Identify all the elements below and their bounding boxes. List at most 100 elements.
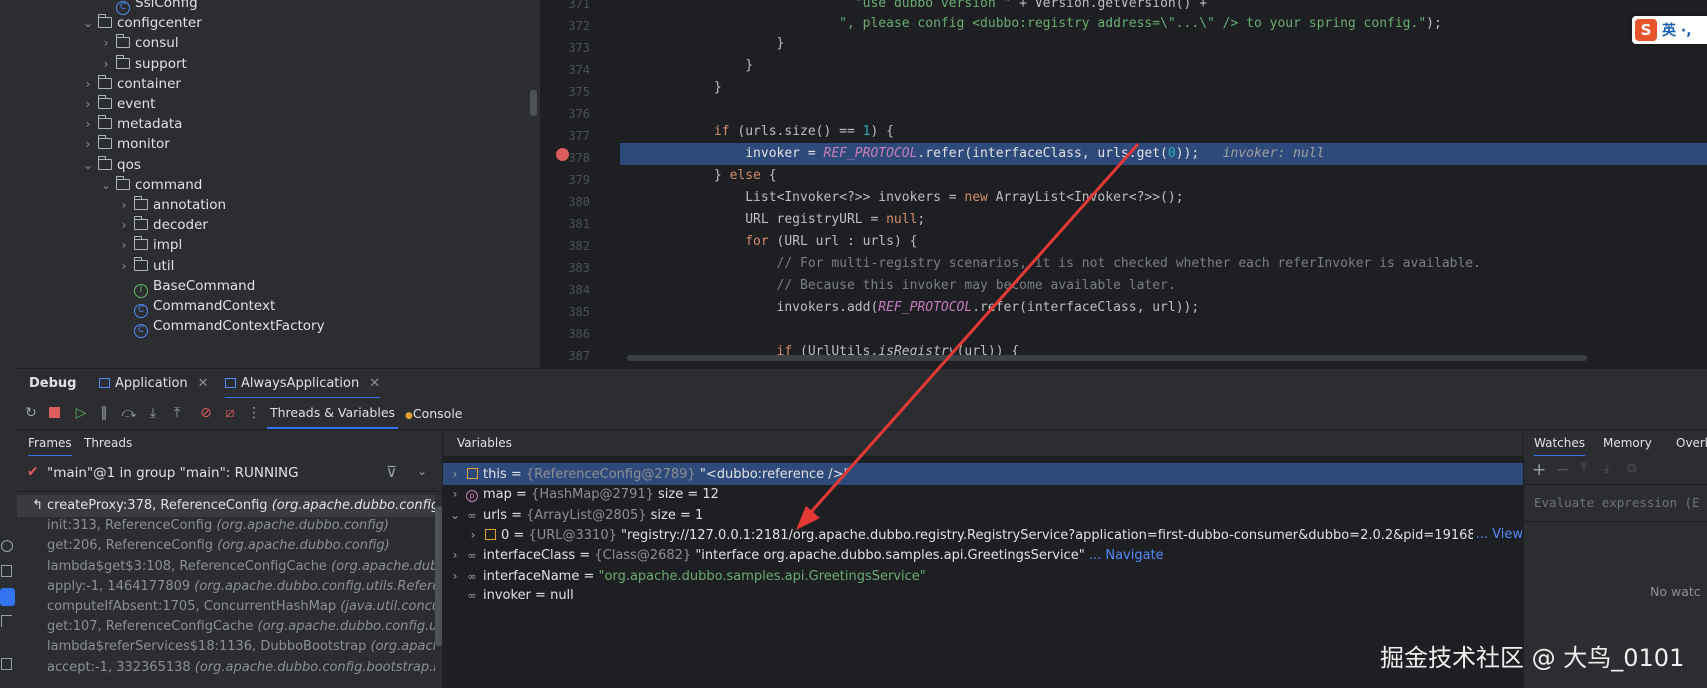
variable-link[interactable]: ... View: [1472, 523, 1523, 546]
tree-item[interactable]: › metadata: [81, 113, 182, 135]
evaluate-expression-input[interactable]: Evaluate expression (E: [1524, 484, 1707, 522]
remove-watch-icon[interactable]: −: [1556, 460, 1570, 480]
tree-item[interactable]: › util: [117, 255, 174, 277]
view-breakpoints-icon[interactable]: ⊘: [197, 404, 215, 422]
variable-row[interactable]: › ∞ interfaceName = "org.apache.dubbo.samp…: [443, 565, 1523, 587]
more-icon[interactable]: ⋮: [245, 404, 263, 422]
chevron-right-icon[interactable]: ›: [448, 565, 462, 587]
chevron-right-icon[interactable]: ›: [117, 255, 131, 277]
problems-gutter-icon[interactable]: [1, 658, 12, 670]
stop-icon[interactable]: [45, 404, 63, 422]
variable-type: {Class@2682}: [594, 548, 696, 564]
add-watch-icon[interactable]: +: [1532, 460, 1546, 480]
tree-item[interactable]: › support: [99, 53, 187, 75]
stack-frame[interactable]: computeIfAbsent:1705, ConcurrentHashMap …: [17, 596, 435, 618]
tree-item[interactable]: ⌄ command: [99, 174, 202, 196]
resume-icon[interactable]: ▷: [72, 404, 90, 422]
stack-frame[interactable]: init:313, ReferenceConfig (org.apache.du…: [17, 515, 435, 537]
tree-item[interactable]: › impl: [117, 234, 182, 256]
chevron-down-icon[interactable]: ⌄: [417, 464, 427, 478]
code-editor[interactable]: 371 372 373 374 375 376 377 378 379 380 381 382 383 3…: [540, 0, 1707, 368]
tree-item[interactable]: › decoder: [117, 214, 208, 236]
chevron-right-icon[interactable]: ›: [99, 32, 113, 54]
ime-indicator[interactable]: S 英 ·,: [1632, 16, 1707, 44]
tree-item[interactable]: I BaseCommand: [117, 275, 255, 298]
filter-icon[interactable]: ⊽: [386, 463, 397, 481]
terminal-gutter-icon[interactable]: [1, 565, 12, 577]
stack-frame[interactable]: ↰ createProxy:378, ReferenceConfig (org.a…: [17, 495, 435, 517]
line-number: 383: [568, 261, 590, 275]
chevron-down-icon[interactable]: ⌄: [81, 154, 95, 176]
stack-frame[interactable]: get:206, ReferenceConfig (org.apache.dub…: [17, 535, 435, 557]
tab-watches[interactable]: Watches: [1534, 430, 1585, 457]
chevron-down-icon[interactable]: ⌄: [81, 12, 95, 34]
tree-item[interactable]: › event: [81, 93, 155, 115]
move-down-icon[interactable]: ⤓: [1604, 461, 1610, 476]
frames-scrollbar[interactable]: [435, 506, 442, 646]
variable-row[interactable]: › ∞ interfaceClass = {Class@2682} "interfa…: [443, 544, 1523, 566]
chevron-right-icon[interactable]: ›: [81, 93, 95, 115]
chevron-right-icon[interactable]: ›: [466, 524, 480, 546]
stack-frame[interactable]: get:107, ReferenceConfigCache (org.apach…: [17, 616, 435, 638]
chevron-right-icon[interactable]: ›: [448, 483, 462, 505]
tree-item[interactable]: › consul: [99, 32, 179, 54]
tab-application[interactable]: Application ✕: [99, 369, 209, 399]
tree-item[interactable]: › annotation: [117, 194, 226, 216]
close-icon[interactable]: ✕: [369, 376, 380, 391]
thread-selector[interactable]: ✔ "main"@1 in group "main": RUNNING ⊽ ⌄: [17, 456, 442, 492]
git-gutter-icon[interactable]: [1, 615, 12, 627]
chevron-right-icon[interactable]: ›: [117, 194, 131, 216]
tree-item[interactable]: › monitor: [81, 133, 170, 155]
tree-item[interactable]: ⌄ qos: [81, 154, 141, 176]
tab-threads-variables[interactable]: Threads & Variables: [267, 398, 399, 429]
play-gutter-icon[interactable]: [1, 540, 13, 552]
chevron-right-icon[interactable]: ›: [81, 73, 95, 95]
mute-breakpoints-icon[interactable]: ⧄: [221, 404, 239, 422]
frames-panel: ✔ "main"@1 in group "main": RUNNING ⊽ ⌄ …: [17, 456, 442, 688]
tree-scrollbar[interactable]: [530, 90, 537, 116]
tree-item[interactable]: C CommandContextFactory: [117, 315, 325, 339]
tree-item[interactable]: ⌄ configcenter: [81, 12, 202, 34]
step-over-icon[interactable]: ⤼: [120, 404, 138, 422]
chevron-right-icon[interactable]: ›: [81, 133, 95, 155]
chevron-right-icon[interactable]: ›: [448, 544, 462, 566]
move-up-icon[interactable]: ⤒: [1581, 461, 1587, 476]
close-icon[interactable]: ✕: [198, 376, 209, 391]
rerun-icon[interactable]: ↻: [22, 404, 40, 422]
chevron-down-icon[interactable]: ⌄: [99, 174, 113, 196]
tab-frames[interactable]: Frames: [28, 430, 72, 457]
step-out-icon[interactable]: ⤒: [168, 404, 186, 422]
breakpoint-icon[interactable]: [556, 148, 569, 161]
variable-row[interactable]: ⌄ ∞ urls = {ArrayList@2805} size = 1: [443, 504, 1523, 526]
tab-console[interactable]: ●Console: [405, 398, 462, 429]
copy-icon[interactable]: ⧉: [1627, 461, 1636, 476]
variable-row[interactable]: › this = {ReferenceConfig@2789} "<dubbo:r…: [443, 463, 1523, 485]
tab-alwaysapplication[interactable]: AlwaysApplication ✕: [225, 369, 381, 399]
chevron-down-icon[interactable]: ⌄: [448, 504, 462, 526]
variable-row[interactable]: ∞ invoker = null: [443, 585, 1523, 607]
tree-item-label: container: [117, 75, 181, 92]
tab-threads[interactable]: Threads: [84, 430, 132, 457]
stack-frame[interactable]: accept:-1, 332365138 (org.apache.dubbo.c…: [17, 657, 435, 679]
chevron-right-icon[interactable]: ›: [448, 463, 462, 485]
variable-row[interactable]: › p map = {HashMap@2791} size = 12: [443, 483, 1523, 505]
tree-item[interactable]: C CommandContext: [117, 295, 275, 318]
chevron-right-icon[interactable]: ›: [99, 53, 113, 75]
stack-frame[interactable]: lambda$referServices$18:1136, DubboBoots…: [17, 636, 435, 658]
editor-horizontal-scrollbar[interactable]: [627, 355, 1587, 361]
tree-item[interactable]: › container: [81, 73, 181, 95]
chevron-right-icon[interactable]: ›: [117, 234, 131, 256]
debug-gutter-icon[interactable]: [0, 588, 15, 606]
stack-frame[interactable]: lambda$get$3:108, ReferenceConfigCache (…: [17, 556, 435, 578]
variable-link[interactable]: ... Navigate: [1085, 548, 1164, 563]
step-into-icon[interactable]: ⤓: [144, 404, 162, 422]
stack-frame[interactable]: apply:-1, 1464177809 (org.apache.dubbo.c…: [17, 576, 435, 598]
frame-package: (org.apache.d: [370, 639, 435, 655]
chevron-right-icon[interactable]: ›: [81, 113, 95, 135]
tab-memory[interactable]: Memory: [1603, 430, 1652, 457]
pause-icon[interactable]: ‖: [95, 404, 113, 422]
frame-method: get:107, ReferenceConfigCache: [47, 619, 258, 635]
chevron-right-icon[interactable]: ›: [117, 214, 131, 236]
variable-row[interactable]: › 0 = {URL@3310} "registry://127.0.0.1:21…: [443, 523, 1523, 546]
tab-overhead[interactable]: Overh: [1676, 430, 1707, 457]
